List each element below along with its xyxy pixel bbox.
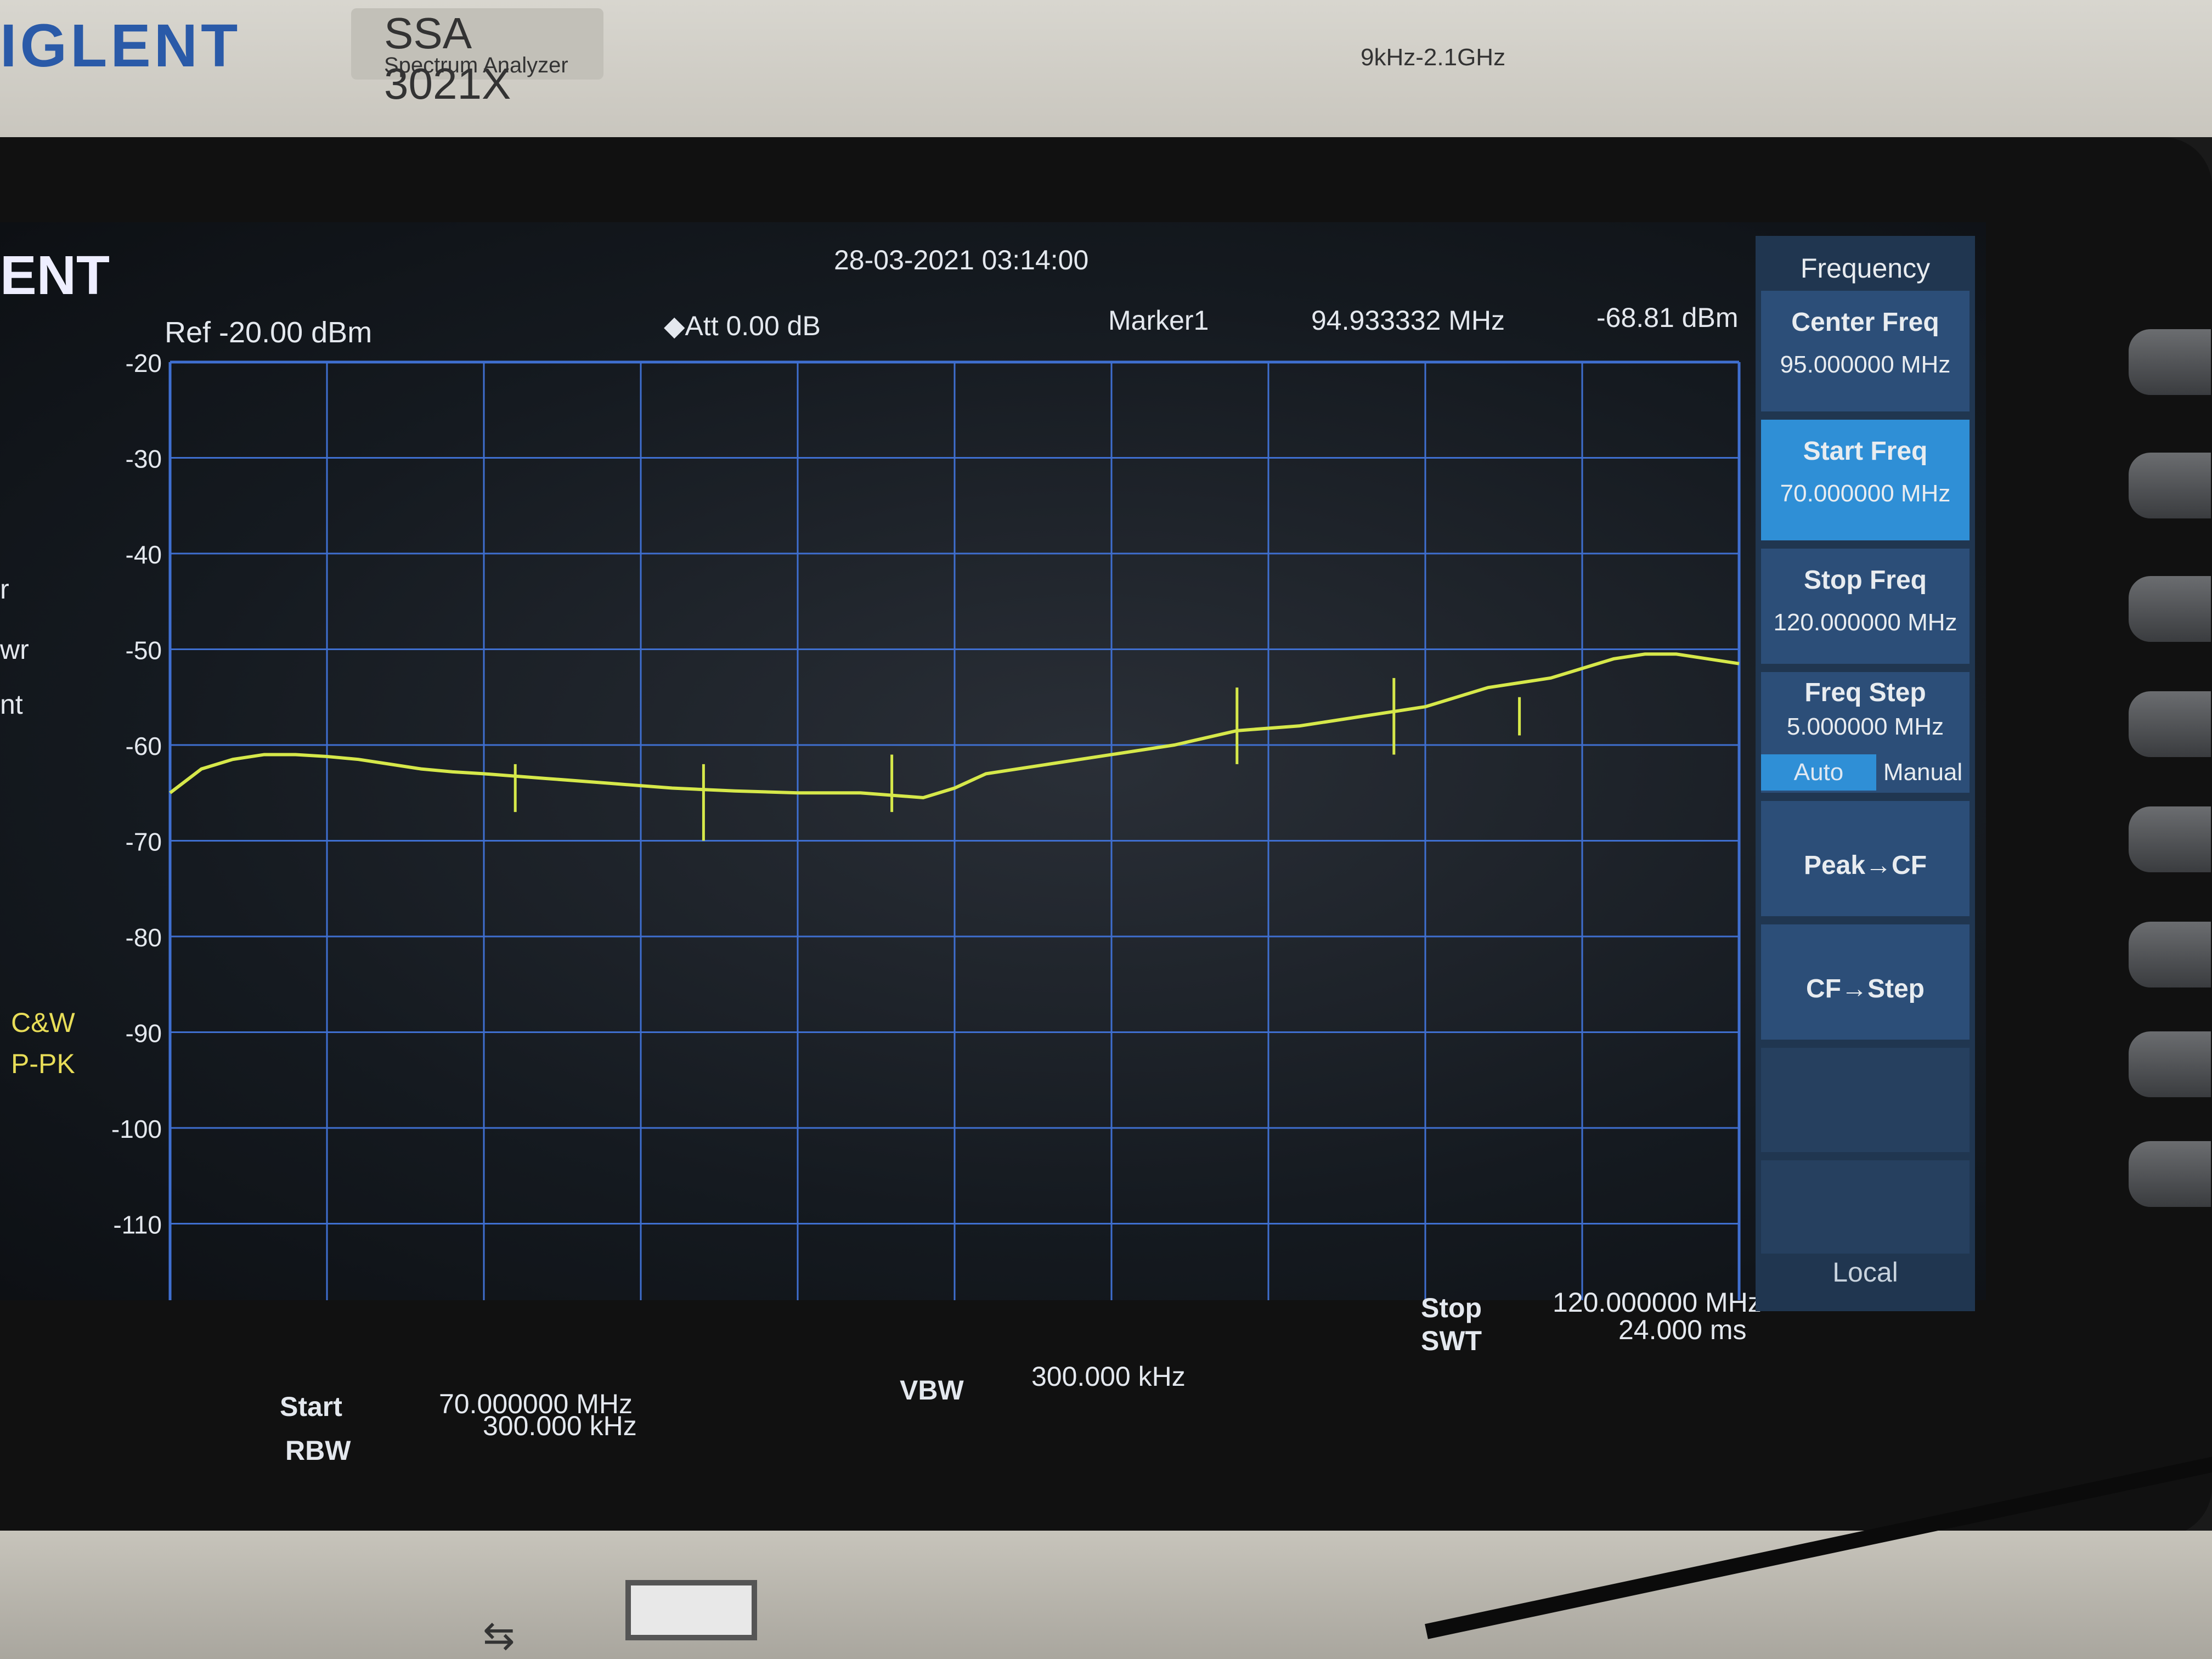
softkey-2[interactable]: [2129, 453, 2211, 518]
softkey-7[interactable]: [2129, 1031, 2211, 1097]
freq-step-label: Freq Step: [1804, 678, 1926, 707]
freq-step-mode-toggle[interactable]: Auto Manual: [1761, 754, 1970, 791]
spectrum-plot: -20-30-40-50-60-70-80-90-100-110-120: [111, 349, 1741, 1300]
peak-to-cf-key[interactable]: Peak→CF: [1761, 801, 1970, 916]
rbw-label: RBW: [285, 1435, 351, 1466]
softkey-8[interactable]: [2129, 1141, 2211, 1207]
y-tick-label: -50: [126, 636, 162, 665]
y-tick-label: -110: [113, 1211, 162, 1239]
center-freq-value: 95.000000 MHz: [1780, 351, 1951, 378]
empty-softkey-slot[interactable]: [1761, 1048, 1970, 1152]
model-description: Spectrum Analyzer: [384, 53, 568, 77]
frequency-menu: Frequency Center Freq 95.000000 MHz Star…: [1756, 236, 1975, 1311]
peak-to-cf-label: Peak→CF: [1803, 851, 1927, 880]
y-tick-label: -30: [126, 445, 162, 473]
vbw-value: 300.000 kHz: [1031, 1361, 1186, 1392]
stop-freq-label: Stop Freq: [1804, 566, 1927, 595]
softkey-4[interactable]: [2129, 691, 2211, 757]
empty-softkey-slot[interactable]: [1761, 1160, 1970, 1254]
instrument-top-panel: IGLENT SSA 3021X Spectrum Analyzer 9kHz-…: [0, 0, 2212, 137]
menu-title: Frequency: [1800, 253, 1931, 284]
y-tick-label: -60: [126, 732, 162, 760]
model-plate: SSA 3021X Spectrum Analyzer: [351, 8, 603, 108]
rbw-value: 300.000 kHz: [483, 1410, 637, 1441]
local-status: Local: [1832, 1257, 1898, 1288]
swt-label: SWT: [1421, 1325, 1482, 1356]
y-tick-label: -70: [126, 828, 162, 856]
vbw-label: VBW: [900, 1375, 964, 1406]
freq-step-value: 5.000000 MHz: [1786, 713, 1944, 740]
softkey-3[interactable]: [2129, 576, 2211, 642]
y-tick-label: -40: [126, 540, 162, 569]
cf-to-step-label: CF→Step: [1806, 974, 1925, 1003]
y-tick-label: -80: [126, 923, 162, 952]
center-freq-label: Center Freq: [1791, 308, 1939, 337]
lcd-screen: ENT 28-03-2021 03:14:00 Ref -20.00 dBm ◆…: [0, 222, 1986, 1466]
stop-freq-key[interactable]: Stop Freq 120.000000 MHz: [1761, 549, 1970, 664]
swt-value: 24.000 ms: [1618, 1314, 1747, 1345]
usb-port[interactable]: [625, 1580, 757, 1640]
start-freq-value: 70.000000 MHz: [1780, 480, 1951, 507]
toggle-manual[interactable]: Manual: [1876, 754, 1970, 791]
softkey-5[interactable]: [2129, 806, 2211, 872]
brand-logo: IGLENT: [0, 12, 241, 80]
start-freq-label: Start Freq: [1803, 437, 1928, 466]
stop-freq-value: 120.000000 MHz: [1773, 609, 1957, 636]
start-label: Start: [280, 1391, 342, 1422]
y-tick-label: -90: [126, 1019, 162, 1048]
y-tick-label: -20: [126, 349, 162, 377]
start-freq-key[interactable]: Start Freq 70.000000 MHz: [1761, 420, 1970, 540]
frequency-range-label: 9kHz-2.1GHz: [1361, 44, 1506, 71]
stop-label: Stop: [1421, 1293, 1482, 1323]
y-tick-label: -100: [111, 1115, 162, 1143]
center-freq-key[interactable]: Center Freq 95.000000 MHz: [1761, 291, 1970, 411]
softkey-6[interactable]: [2129, 922, 2211, 988]
usb-icon: ⇆: [483, 1614, 515, 1657]
instrument-bottom-panel: [0, 1531, 2212, 1659]
cf-to-step-key[interactable]: CF→Step: [1761, 924, 1970, 1040]
softkey-1[interactable]: [2129, 329, 2211, 395]
toggle-auto[interactable]: Auto: [1761, 754, 1876, 791]
freq-step-key[interactable]: Freq Step 5.000000 MHz Auto Manual: [1761, 672, 1970, 793]
